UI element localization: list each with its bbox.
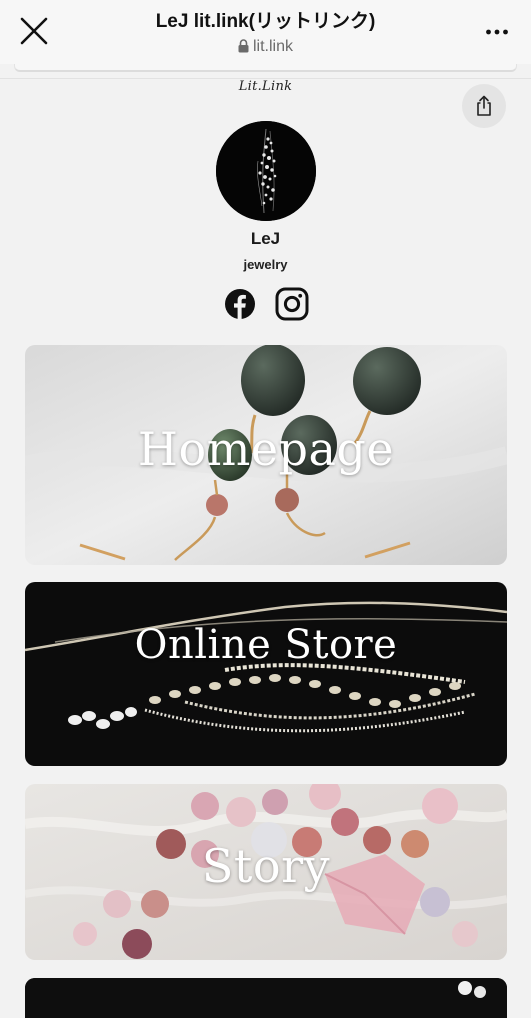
facebook-icon [224, 289, 255, 319]
avatar [216, 121, 316, 221]
avatar-jewelry-image [216, 121, 316, 221]
toolbar-divider [14, 64, 517, 72]
homepage-label: Homepage [137, 422, 395, 476]
partial-card-image [25, 978, 507, 1018]
instagram-icon [275, 287, 308, 321]
browser-top-bar: LeJ lit.link(リットリンク) lit.link [0, 0, 531, 64]
link-card-partial[interactable] [25, 978, 507, 1018]
lock-icon [238, 39, 249, 53]
domain-text: lit.link [252, 38, 293, 55]
profile-name: LeJ [250, 229, 281, 248]
close-button[interactable] [18, 15, 50, 47]
online-store-label: Online Store [134, 622, 398, 668]
domain-row: lit.link [80, 37, 451, 57]
story-label: Story [201, 839, 331, 893]
brand-logo: Lit.Link [238, 79, 293, 94]
close-icon [20, 17, 48, 45]
social-links [0, 287, 531, 321]
more-dots-icon [486, 29, 508, 35]
link-card-online-store[interactable]: Online Store [25, 582, 507, 766]
profile-bio: jewelry [243, 257, 288, 272]
more-button[interactable] [485, 22, 509, 42]
facebook-link[interactable] [223, 287, 257, 321]
link-card-homepage[interactable]: Homepage [25, 345, 507, 565]
page-title: LeJ lit.link(リットリンク) [155, 11, 376, 32]
instagram-link[interactable] [275, 287, 309, 321]
online-store-necklace-image [25, 582, 507, 766]
share-button[interactable] [462, 84, 506, 128]
link-card-story[interactable]: Story [25, 784, 507, 960]
browser-title-area: LeJ lit.link(リットリンク) lit.link [80, 10, 451, 57]
share-icon [477, 95, 491, 116]
